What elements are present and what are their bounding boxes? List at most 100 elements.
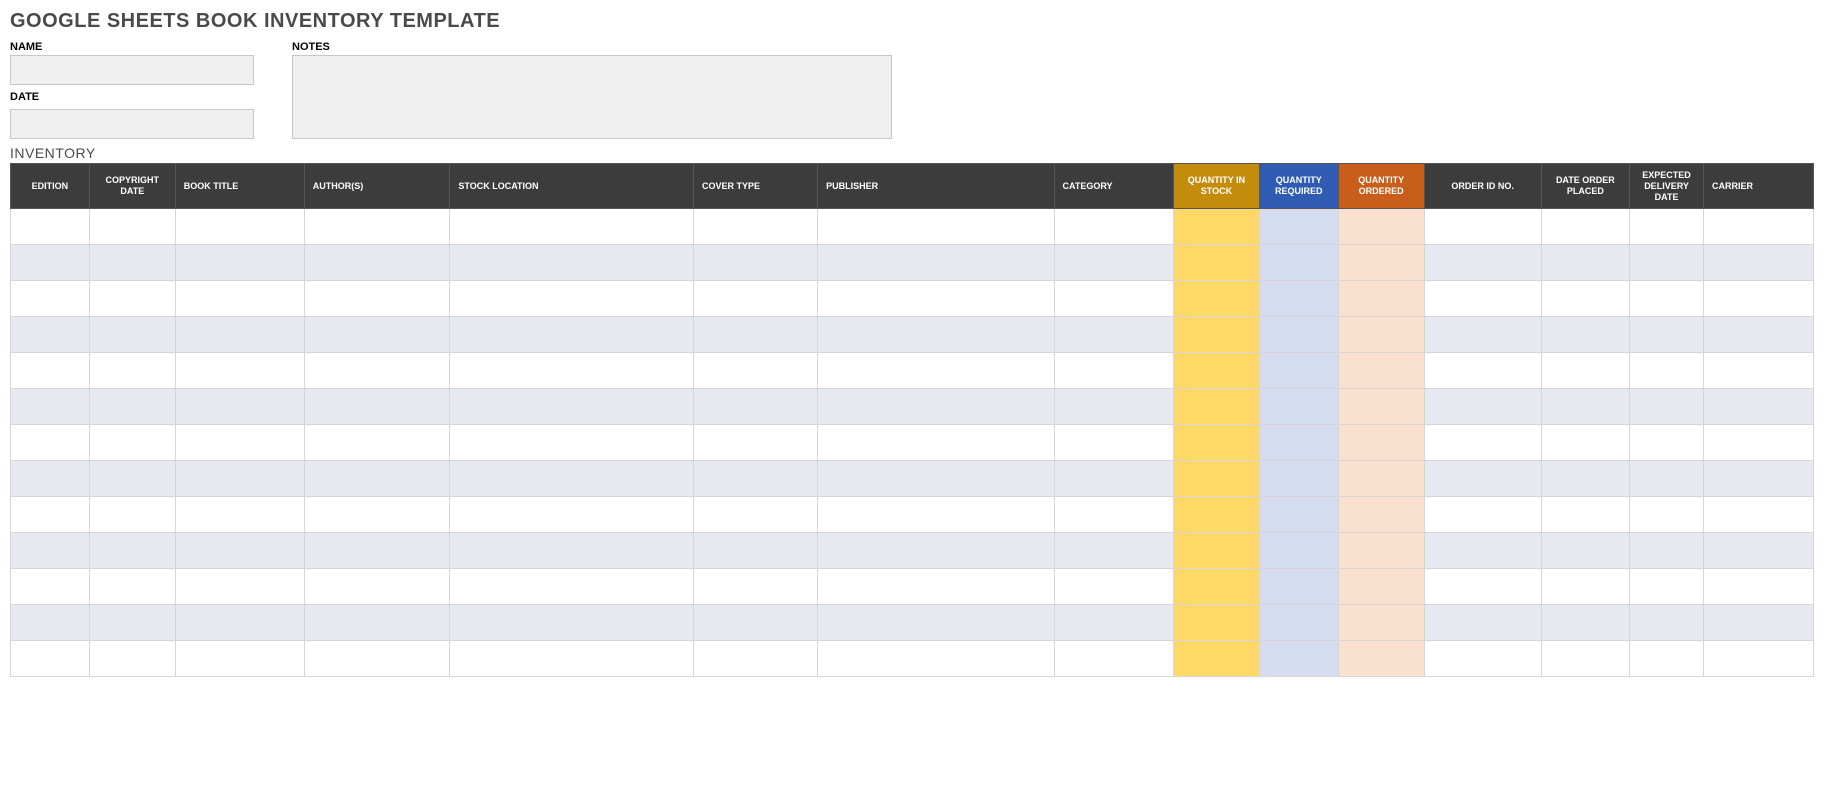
table-cell[interactable]	[1630, 281, 1704, 317]
table-cell[interactable]	[1338, 533, 1424, 569]
table-cell[interactable]	[1054, 605, 1173, 641]
table-cell[interactable]	[1704, 389, 1814, 425]
table-cell[interactable]	[1541, 281, 1629, 317]
table-cell[interactable]	[1541, 641, 1629, 677]
table-cell[interactable]	[1541, 209, 1629, 245]
table-cell[interactable]	[1424, 209, 1541, 245]
table-cell[interactable]	[1338, 317, 1424, 353]
table-cell[interactable]	[693, 497, 817, 533]
table-cell[interactable]	[450, 389, 694, 425]
table-cell[interactable]	[818, 389, 1054, 425]
table-cell[interactable]	[1630, 497, 1704, 533]
table-cell[interactable]	[1541, 317, 1629, 353]
table-cell[interactable]	[450, 533, 694, 569]
table-cell[interactable]	[1424, 281, 1541, 317]
table-cell[interactable]	[304, 533, 450, 569]
table-cell[interactable]	[693, 245, 817, 281]
table-cell[interactable]	[1173, 497, 1259, 533]
table-cell[interactable]	[1054, 353, 1173, 389]
table-cell[interactable]	[1259, 245, 1338, 281]
table-cell[interactable]	[11, 245, 90, 281]
table-cell[interactable]	[1259, 209, 1338, 245]
table-cell[interactable]	[89, 425, 175, 461]
table-cell[interactable]	[693, 425, 817, 461]
table-cell[interactable]	[1424, 605, 1541, 641]
table-cell[interactable]	[89, 533, 175, 569]
table-cell[interactable]	[818, 281, 1054, 317]
table-cell[interactable]	[1173, 353, 1259, 389]
table-cell[interactable]	[175, 245, 304, 281]
table-cell[interactable]	[1704, 209, 1814, 245]
table-cell[interactable]	[1424, 245, 1541, 281]
table-cell[interactable]	[818, 497, 1054, 533]
table-cell[interactable]	[11, 317, 90, 353]
table-cell[interactable]	[1424, 425, 1541, 461]
table-cell[interactable]	[1173, 425, 1259, 461]
table-cell[interactable]	[818, 569, 1054, 605]
table-cell[interactable]	[1630, 461, 1704, 497]
table-cell[interactable]	[11, 533, 90, 569]
table-cell[interactable]	[1173, 569, 1259, 605]
table-cell[interactable]	[1338, 641, 1424, 677]
table-cell[interactable]	[1704, 605, 1814, 641]
table-cell[interactable]	[175, 281, 304, 317]
table-cell[interactable]	[450, 245, 694, 281]
table-cell[interactable]	[1630, 425, 1704, 461]
table-cell[interactable]	[1259, 389, 1338, 425]
table-cell[interactable]	[1630, 245, 1704, 281]
table-cell[interactable]	[11, 425, 90, 461]
table-cell[interactable]	[818, 353, 1054, 389]
table-cell[interactable]	[1630, 641, 1704, 677]
table-cell[interactable]	[1630, 317, 1704, 353]
table-cell[interactable]	[1338, 569, 1424, 605]
table-cell[interactable]	[1424, 317, 1541, 353]
table-cell[interactable]	[1338, 605, 1424, 641]
table-cell[interactable]	[304, 209, 450, 245]
table-cell[interactable]	[1054, 389, 1173, 425]
table-cell[interactable]	[1173, 605, 1259, 641]
table-cell[interactable]	[11, 641, 90, 677]
name-input[interactable]	[10, 55, 254, 85]
table-cell[interactable]	[818, 209, 1054, 245]
table-cell[interactable]	[450, 353, 694, 389]
table-cell[interactable]	[1630, 209, 1704, 245]
table-cell[interactable]	[304, 281, 450, 317]
table-cell[interactable]	[1173, 641, 1259, 677]
date-input[interactable]	[10, 109, 254, 139]
table-cell[interactable]	[175, 353, 304, 389]
table-cell[interactable]	[175, 605, 304, 641]
table-cell[interactable]	[1424, 497, 1541, 533]
table-cell[interactable]	[175, 317, 304, 353]
table-cell[interactable]	[11, 389, 90, 425]
table-cell[interactable]	[1173, 533, 1259, 569]
table-cell[interactable]	[450, 425, 694, 461]
table-cell[interactable]	[1424, 353, 1541, 389]
table-cell[interactable]	[304, 317, 450, 353]
table-cell[interactable]	[1541, 245, 1629, 281]
table-cell[interactable]	[1704, 317, 1814, 353]
table-cell[interactable]	[693, 353, 817, 389]
table-cell[interactable]	[304, 569, 450, 605]
table-cell[interactable]	[175, 533, 304, 569]
table-cell[interactable]	[693, 389, 817, 425]
table-cell[interactable]	[304, 389, 450, 425]
table-cell[interactable]	[1259, 533, 1338, 569]
table-cell[interactable]	[1541, 425, 1629, 461]
table-cell[interactable]	[450, 317, 694, 353]
table-cell[interactable]	[89, 605, 175, 641]
table-cell[interactable]	[175, 461, 304, 497]
table-cell[interactable]	[1338, 245, 1424, 281]
table-cell[interactable]	[1173, 461, 1259, 497]
table-cell[interactable]	[1424, 389, 1541, 425]
table-cell[interactable]	[1424, 641, 1541, 677]
notes-input[interactable]	[292, 55, 892, 139]
table-cell[interactable]	[1259, 353, 1338, 389]
table-cell[interactable]	[89, 281, 175, 317]
table-cell[interactable]	[1424, 533, 1541, 569]
table-cell[interactable]	[89, 245, 175, 281]
table-cell[interactable]	[11, 461, 90, 497]
table-cell[interactable]	[1704, 425, 1814, 461]
table-cell[interactable]	[1630, 353, 1704, 389]
table-cell[interactable]	[450, 461, 694, 497]
table-cell[interactable]	[818, 245, 1054, 281]
